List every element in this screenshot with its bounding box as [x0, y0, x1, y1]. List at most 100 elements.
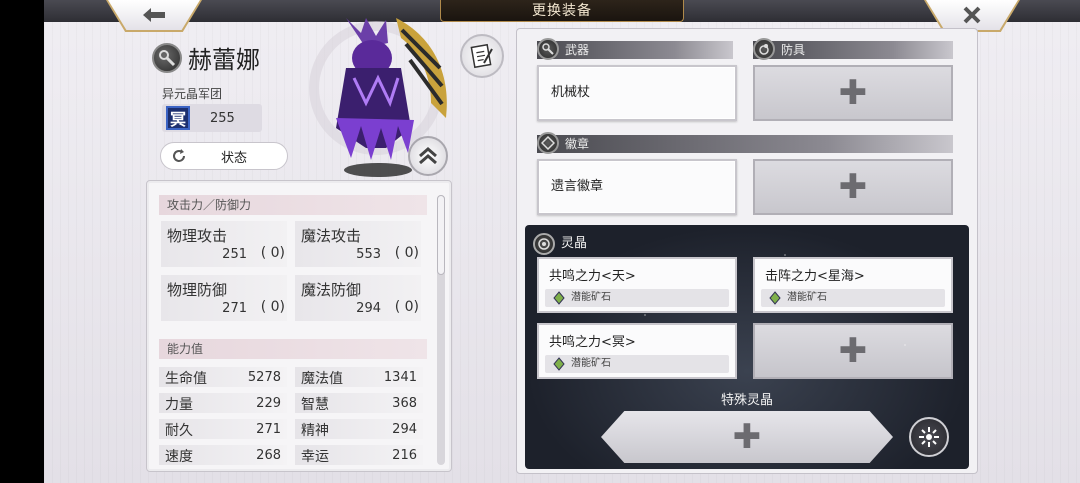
badge-icon	[537, 132, 559, 154]
ability-row: 生命值 5278 魔法值 1341	[159, 367, 427, 389]
badge-label: 徽章	[565, 137, 590, 151]
armor-slot-empty[interactable]: ✚	[753, 65, 953, 121]
memo-button[interactable]	[460, 34, 504, 78]
crystal-header: 灵晶	[533, 233, 587, 255]
stat-name: 魔法防御	[301, 281, 362, 299]
crystal-slot-3[interactable]: 共鸣之力<冥> 潜能矿石	[537, 323, 737, 379]
stat-physical-defense: 物理防御 271 ( 0)	[161, 275, 287, 321]
stat-value: 294	[356, 301, 381, 316]
close-x-icon	[963, 6, 981, 24]
stat-bonus: ( 0)	[260, 299, 285, 315]
stat-physical-attack: 物理攻击 251 ( 0)	[161, 221, 287, 267]
memo-icon	[470, 43, 493, 69]
ability-name: 精神	[301, 423, 329, 439]
ability-value: 294	[392, 422, 417, 437]
crystal-sub-text: 潜能矿石	[571, 358, 611, 369]
ability-name: 生命值	[165, 371, 207, 387]
plus-icon: ✚	[838, 331, 868, 371]
character-header: 赫蕾娜	[152, 40, 260, 75]
ability-name: 智慧	[301, 397, 329, 413]
special-crystal-slot[interactable]: ✚	[601, 411, 893, 463]
weapon-slot[interactable]: 机械杖	[537, 65, 737, 121]
stat-value: 251	[222, 247, 247, 262]
ore-icon	[769, 291, 781, 305]
crystal-slot-empty[interactable]: ✚	[753, 323, 953, 379]
ability-name: 幸运	[301, 449, 329, 465]
plus-icon: ✚	[732, 417, 762, 457]
badge-slot-empty[interactable]: ✚	[753, 159, 953, 215]
stats-panel: 攻击力／防御力 物理攻击 251 ( 0) 魔法攻击 553 ( 0) 物理防御…	[146, 180, 452, 472]
crystal-icon	[533, 233, 555, 255]
crystal-slot-2[interactable]: 击阵之力<星海> 潜能矿石	[753, 257, 953, 313]
stat-bonus: ( 0)	[394, 245, 419, 261]
ability-speed: 速度 268	[159, 445, 287, 465]
plus-icon: ✚	[838, 167, 868, 207]
ability-hp: 生命值 5278	[159, 367, 287, 387]
badge-slot[interactable]: 遗言徽章	[537, 159, 737, 215]
special-crystal-label: 特殊灵晶	[720, 393, 773, 408]
ability-value: 229	[256, 396, 281, 411]
stat-name: 物理防御	[167, 281, 228, 299]
badge-header: 徽章	[537, 132, 953, 154]
ability-name: 力量	[165, 397, 193, 413]
armor-header: 防具	[753, 38, 953, 60]
ability-wisdom: 智慧 368	[295, 393, 423, 413]
weapon-header: 武器	[537, 38, 733, 60]
stat-value: 271	[222, 301, 247, 316]
screen: 更换装备 赫蕾娜 异元晶军团 冥 255 状态 攻击力／防御力 物理攻击 251…	[44, 0, 1080, 483]
staff-class-icon	[152, 42, 182, 73]
refresh-icon	[169, 146, 189, 166]
level-box: 冥 255	[162, 104, 262, 132]
special-crystal-button[interactable]	[909, 417, 949, 457]
ability-strength: 力量 229	[159, 393, 287, 413]
character-name: 赫蕾娜	[188, 46, 260, 74]
crystal-slot-1[interactable]: 共鸣之力<天> 潜能矿石	[537, 257, 737, 313]
status-button[interactable]: 状态	[160, 142, 288, 170]
arrow-left-icon	[143, 8, 165, 22]
ability-spirit: 精神 294	[295, 419, 423, 439]
ability-mp: 魔法值 1341	[295, 367, 423, 387]
crystal-label: 灵晶	[561, 236, 588, 251]
crystal-name: 共鸣之力<冥>	[549, 335, 636, 350]
stat-magic-defense: 魔法防御 294 ( 0)	[295, 275, 421, 321]
ability-value: 268	[256, 448, 281, 463]
ability-endurance: 耐久 271	[159, 419, 287, 439]
ability-section-title: 能力值	[159, 339, 427, 359]
plus-icon: ✚	[838, 73, 868, 113]
status-button-label: 状态	[221, 150, 248, 166]
ability-luck: 幸运 216	[295, 445, 423, 465]
expand-up-button[interactable]	[408, 136, 448, 176]
stat-bonus: ( 0)	[260, 245, 285, 261]
armor-icon	[753, 38, 775, 60]
level-value: 255	[210, 110, 235, 126]
ability-value: 368	[392, 396, 417, 411]
ability-name: 魔法值	[301, 371, 343, 387]
crystal-section: 灵晶 共鸣之力<天> 潜能矿石 击阵之力<星海> 潜能矿石 共鸣之力<冥> 潜能…	[525, 225, 969, 469]
ability-row: 耐久 271 精神 294	[159, 419, 427, 441]
atk-def-section-title: 攻击力／防御力	[159, 195, 427, 215]
rank-glyph: 冥	[166, 106, 190, 130]
sparkle-icon	[919, 427, 939, 447]
page-title: 更换装备	[440, 0, 684, 22]
ability-value: 216	[392, 448, 417, 463]
stat-magic-attack: 魔法攻击 553 ( 0)	[295, 221, 421, 267]
character-faction: 异元晶军团	[162, 87, 223, 101]
ability-value: 1341	[383, 370, 417, 385]
stats-scrollbar[interactable]	[437, 195, 445, 465]
armor-label: 防具	[781, 43, 806, 57]
stat-name: 魔法攻击	[301, 227, 362, 245]
stat-name: 物理攻击	[167, 227, 228, 245]
weapon-icon	[537, 38, 559, 60]
ability-row: 速度 268 幸运 216	[159, 445, 427, 467]
ability-row: 力量 229 智慧 368	[159, 393, 427, 415]
crystal-name: 击阵之力<星海>	[765, 269, 865, 284]
ore-icon	[553, 291, 565, 305]
double-chevron-up-icon	[419, 147, 437, 165]
crystal-sub-text: 潜能矿石	[787, 292, 827, 303]
crystal-sub: 潜能矿石	[545, 355, 729, 373]
ability-value: 271	[256, 422, 281, 437]
ore-icon	[553, 357, 565, 371]
stats-scroll-thumb[interactable]	[437, 195, 445, 275]
ability-name: 耐久	[165, 423, 193, 439]
crystal-sub-text: 潜能矿石	[571, 292, 611, 303]
